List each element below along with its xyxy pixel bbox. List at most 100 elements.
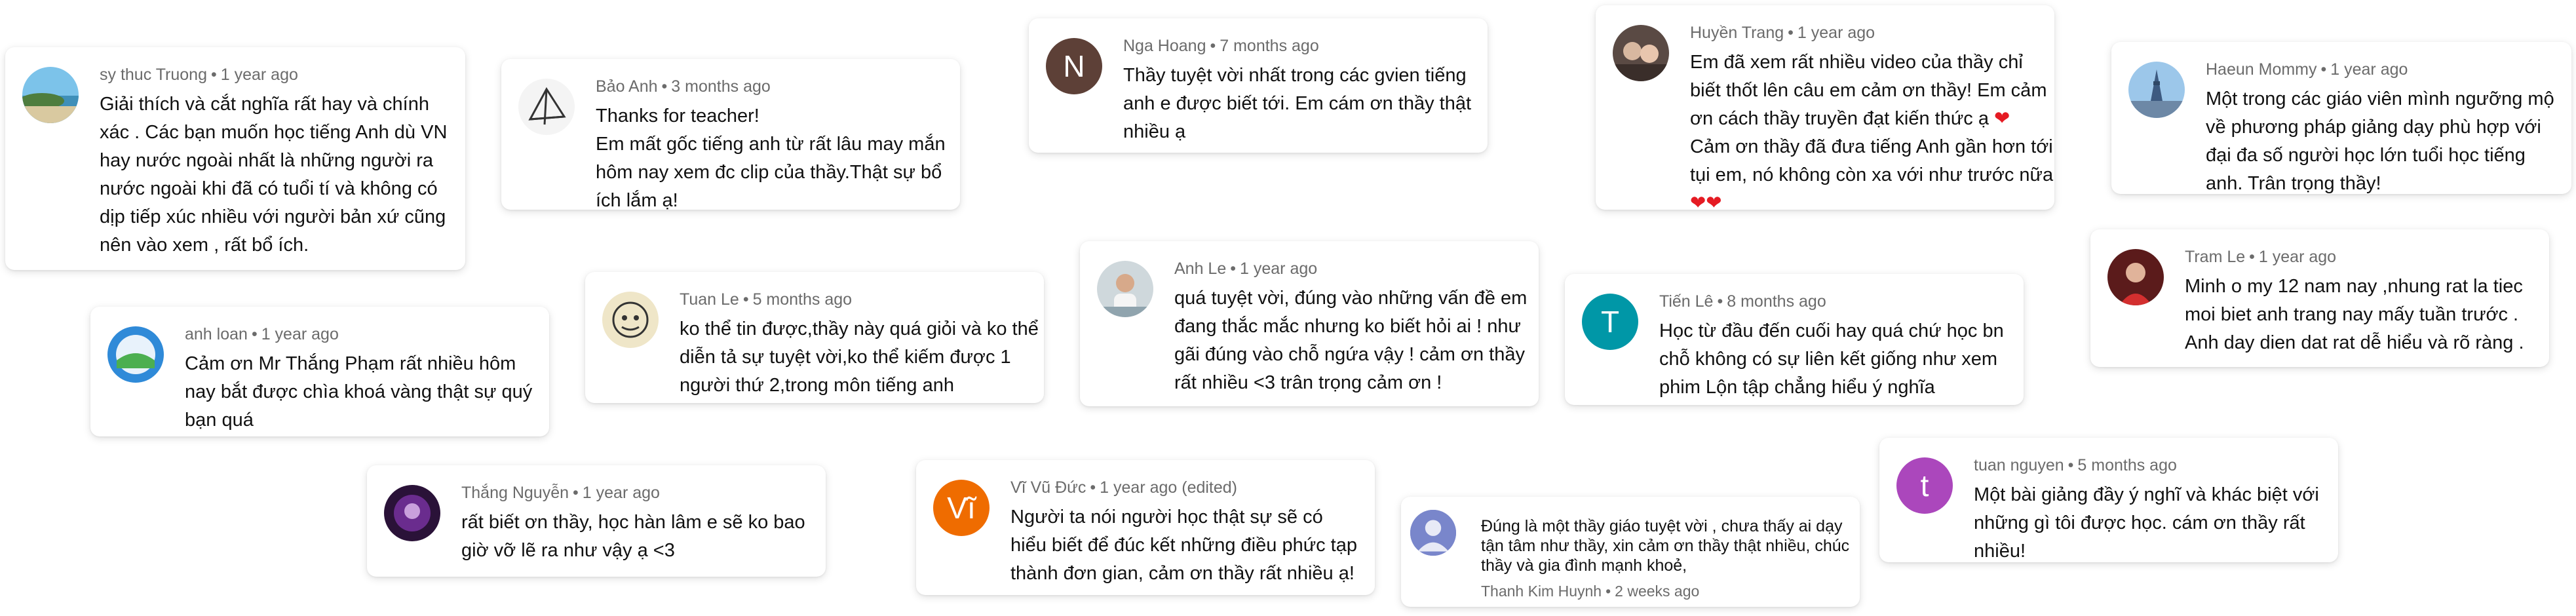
- comment-card: Thắng Nguyễn • 1 year ago rất biết ơn thầy…: [367, 465, 826, 577]
- drawing-avatar-icon[interactable]: [602, 292, 659, 348]
- comment-time[interactable]: 1 year ago: [221, 66, 298, 84]
- comment-author[interactable]: sy thuc Truong: [100, 66, 207, 84]
- comment-card: Tuan Le • 5 months ago ko thể tin được,thầ…: [585, 272, 1044, 403]
- meta-separator: •: [2249, 248, 2255, 266]
- comment-meta: Tiến Lê • 8 months ago: [1659, 291, 2004, 312]
- comment-text: rất biết ơn thầy, học hàn lâm e sẽ ko ba…: [461, 509, 806, 565]
- comment-line: anh e được biết tới. Em cám ơn thầy thật: [1123, 93, 1472, 114]
- comment-time[interactable]: 1 year ago: [1797, 24, 1875, 42]
- comment-line: đại đa số người học lớn tuổi học tiếng: [2206, 145, 2526, 166]
- comment-author[interactable]: Nga Hoang: [1123, 37, 1206, 55]
- comment-author[interactable]: Huyền Trang: [1690, 24, 1784, 42]
- comment-meta: Huyền Trang • 1 year ago: [1690, 22, 2035, 43]
- comment-time[interactable]: 5 months ago: [2077, 456, 2177, 474]
- comment-author[interactable]: Tram Le: [2185, 248, 2245, 266]
- comment-meta: Vĩ Vũ Đức • 1 year ago (edited): [1010, 477, 1355, 498]
- comment-text: Thầy tuyệt vời nhất trong các gvien tiến…: [1123, 62, 1472, 146]
- comment-line: tận tâm như thầy, xin cảm ơn thầy thật n…: [1481, 537, 1850, 555]
- comment-line: biết thốt lên câu em cảm ơn thầy! Em cảm: [1690, 80, 2047, 101]
- comment-text: Minh o my 12 nam nay ,nhung rat la tiec …: [2185, 273, 2529, 357]
- comment-author[interactable]: Thắng Nguyễn: [461, 484, 569, 502]
- comment-line: chỗ không có sự liên kết giống như xem: [1659, 349, 1998, 370]
- comment-line: anh. Trân trọng thầy!: [2206, 173, 2381, 194]
- comment-line: Đúng là một thầy giáo tuyệt vời , chưa t…: [1481, 517, 1843, 535]
- meta-separator: •: [1210, 37, 1216, 55]
- comment-line: Em mất gốc tiếng anh từ rất lâu may mắn: [596, 134, 946, 155]
- sketch-avatar-icon[interactable]: [518, 79, 575, 135]
- comment-line: rất nhiều <3 trân trọng cảm ơn !: [1174, 372, 1442, 393]
- comment-time[interactable]: 1 year ago: [1240, 260, 1317, 278]
- comment-author[interactable]: Tuan Le: [680, 290, 739, 309]
- hearts-icon: ❤❤: [1690, 193, 1722, 214]
- comment-line: ơn cách thầy truyền đạt kiến thức ạ ❤: [1690, 105, 2035, 133]
- meta-separator: •: [661, 77, 668, 96]
- comment-line: xác . Các bạn muốn học tiếng Anh dù VN: [100, 122, 448, 143]
- comment-line: rất biết ơn thầy, học hàn lâm e sẽ ko ba…: [461, 512, 805, 533]
- comment-author[interactable]: anh loan: [185, 325, 248, 343]
- initial-avatar[interactable]: t: [1896, 457, 1953, 514]
- comment-line: Cảm ơn thầy đã đưa tiếng Anh gần hơn tới: [1690, 136, 2053, 157]
- sky-avatar-icon[interactable]: [107, 326, 164, 383]
- comment-line: gãi đúng vào chỗ ngứa vậy ! cảm ơn thầy: [1174, 344, 1525, 365]
- photo-avatar-icon[interactable]: [1613, 25, 1669, 81]
- comment-line: moi biet anh trang nay mấy tuần trước .: [2185, 304, 2519, 325]
- person-photo-avatar-icon[interactable]: [1097, 261, 1153, 317]
- comment-line: tụi em, nó không còn xa với như trước nữ…: [1690, 164, 2054, 185]
- comment-time[interactable]: 1 year ago: [261, 325, 339, 343]
- comment-meta: Nga Hoang • 7 months ago: [1123, 35, 1468, 56]
- landscape-avatar-icon[interactable]: [22, 67, 79, 123]
- comment-time[interactable]: 1 year ago: [2259, 248, 2336, 266]
- comment-author[interactable]: Tiến Lê: [1659, 292, 1713, 311]
- comment-line: hôm nay xem đc clip của thầy.Thật sự bổ: [596, 162, 942, 183]
- tower-avatar-icon[interactable]: [2128, 62, 2185, 118]
- comment-card: anh loan • 1 year ago Cảm ơn Mr Thắng Phạm…: [90, 307, 549, 436]
- comment-text: Cảm ơn Mr Thắng Phạm rất nhiều hôm nay b…: [185, 350, 532, 434]
- comment-line: Thanks for teacher!: [596, 106, 759, 126]
- comment-line-text: ơn cách thầy truyền đạt kiến thức ạ: [1690, 108, 1989, 129]
- comment-line: giờ vỡ lẽ ra như vậy ạ <3: [461, 540, 675, 561]
- comment-time[interactable]: 1 year ago: [2330, 60, 2408, 79]
- comment-author[interactable]: Thanh Kim Huynh: [1481, 583, 1602, 600]
- comment-line: những gì tôi được học. cám ơn thầy rất: [1974, 512, 2305, 533]
- comment-time[interactable]: 5 months ago: [753, 290, 853, 309]
- comment-author[interactable]: tuan nguyen: [1974, 456, 2064, 474]
- comment-time[interactable]: 1 year ago: [583, 484, 660, 502]
- comment-line: về phương pháp giảng dạy phù hợp với: [2206, 117, 2541, 138]
- comment-text: Thanks for teacher! Em mất gốc tiếng anh…: [596, 102, 946, 215]
- comment-author[interactable]: Bảo Anh: [596, 77, 658, 96]
- comment-line: Người ta nói người học thật sự sẽ có: [1010, 507, 1323, 528]
- comment-card: T Tiến Lê • 8 months ago Học từ đầu đến cu…: [1565, 274, 2024, 405]
- comment-text: Một bài giảng đầy ý nghĩ và khác biệt vớ…: [1974, 481, 2319, 566]
- initial-avatar[interactable]: Vĩ: [933, 480, 990, 536]
- comment-time[interactable]: 7 months ago: [1220, 37, 1319, 55]
- meta-separator: •: [1605, 583, 1611, 600]
- comment-time[interactable]: 1 year ago (edited): [1100, 478, 1237, 497]
- comment-meta: Tram Le • 1 year ago: [2185, 246, 2529, 267]
- comment-line: Cảm ơn Mr Thắng Phạm rất nhiều hôm: [185, 353, 516, 374]
- comment-meta: anh loan • 1 year ago: [185, 324, 529, 345]
- comment-meta: Tuan Le • 5 months ago: [680, 289, 1024, 310]
- woman-photo-avatar-icon[interactable]: [2107, 249, 2164, 305]
- initial-avatar[interactable]: T: [1582, 294, 1638, 350]
- comment-time[interactable]: 8 months ago: [1727, 292, 1826, 311]
- comment-card: Vĩ Vĩ Vũ Đức • 1 year ago (edited) Người t…: [916, 460, 1375, 595]
- purple-photo-avatar-icon[interactable]: [384, 485, 440, 541]
- comment-author[interactable]: Haeun Mommy: [2206, 60, 2317, 79]
- comment-line: nước ngoài khi đã có tuổi tí và không có: [100, 178, 438, 199]
- comment-author[interactable]: Anh Le: [1174, 260, 1226, 278]
- comment-line: Em đã xem rất nhiều video của thầy chỉ: [1690, 52, 2023, 73]
- comment-card: N Nga Hoang • 7 months ago Thầy tuyệt vời …: [1029, 18, 1488, 153]
- comment-line: Anh day dien dat rat dễ hiểu và rõ ràng …: [2185, 332, 2524, 353]
- comment-text: ko thể tin được,thầy này quá giỏi và ko …: [680, 315, 1039, 400]
- initial-avatar[interactable]: N: [1046, 38, 1102, 94]
- comment-time[interactable]: 2 weeks ago: [1615, 583, 1699, 600]
- comment-line: Thầy tuyệt vời nhất trong các gvien tiến…: [1123, 65, 1467, 86]
- default-user-avatar-icon[interactable]: [1410, 510, 1456, 556]
- comment-author[interactable]: Vĩ Vũ Đức: [1010, 478, 1086, 497]
- comment-card: Anh Le • 1 year ago quá tuyệt vời, đúng và…: [1080, 241, 1539, 406]
- comment-text: Giải thích và cắt nghĩa rất hay và chính…: [100, 90, 448, 260]
- comment-line: nhiều!: [1974, 541, 2026, 562]
- comment-line: hay nước ngoài nhất là những người ra: [100, 150, 434, 171]
- meta-separator: •: [210, 66, 217, 84]
- comment-time[interactable]: 3 months ago: [671, 77, 771, 96]
